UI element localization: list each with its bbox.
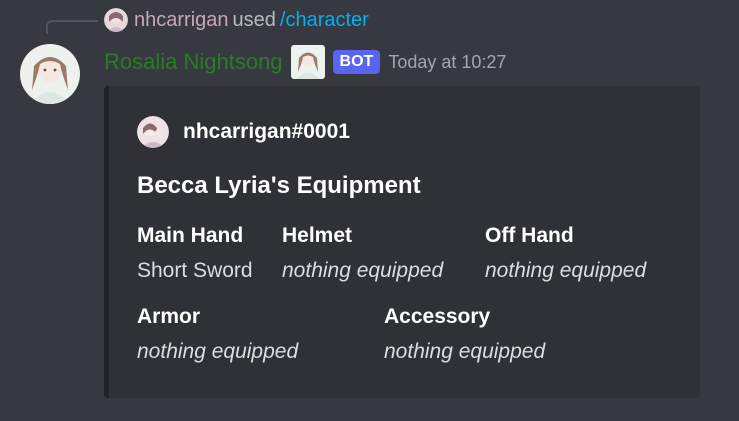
field-helmet: Helmet nothing equipped (282, 222, 443, 285)
reply-used-text: used (232, 8, 276, 31)
field-name: Off Hand (485, 224, 574, 247)
embed-title: Becca Lyria's Equipment (137, 172, 421, 199)
timestamp: Today at 10:27 (388, 51, 507, 72)
field-value: nothing equipped (384, 340, 546, 363)
field-value: nothing equipped (137, 340, 299, 363)
reply-username[interactable]: nhcarrigan (134, 9, 229, 32)
bot-username[interactable]: Rosalia Nightsong (104, 49, 283, 75)
field-off-hand: Off Hand nothing equipped (485, 222, 646, 285)
bot-badge-avatar-icon (290, 45, 325, 79)
field-name: Accessory (384, 305, 491, 328)
embed-author-name[interactable]: nhcarrigan#0001 (183, 120, 350, 144)
field-accessory: Accessory nothing equipped (384, 303, 545, 366)
field-name: Armor (137, 305, 201, 328)
field-main-hand: Main Hand Short Sword (137, 222, 253, 285)
bot-tag: BOT (332, 50, 381, 74)
embed-card: nhcarrigan#0001 Becca Lyria's Equipment … (104, 86, 700, 398)
field-name: Main Hand (137, 224, 244, 247)
field-value: nothing equipped (282, 259, 444, 282)
message-header: Rosalia Nightsong BOT Today at 10:27 (104, 45, 507, 79)
field-value: nothing equipped (485, 259, 647, 282)
command-reply: nhcarrigan used /character (104, 8, 369, 32)
field-armor: Armor nothing equipped (137, 303, 298, 366)
field-name: Helmet (282, 224, 353, 247)
field-value: Short Sword (137, 259, 253, 282)
reply-connector (46, 20, 98, 34)
embed-author: nhcarrigan#0001 (137, 116, 350, 148)
user-avatar-icon[interactable] (104, 8, 128, 32)
bot-avatar-icon[interactable] (20, 44, 80, 104)
author-avatar-icon[interactable] (137, 116, 169, 148)
command-link[interactable]: /character (280, 9, 369, 32)
